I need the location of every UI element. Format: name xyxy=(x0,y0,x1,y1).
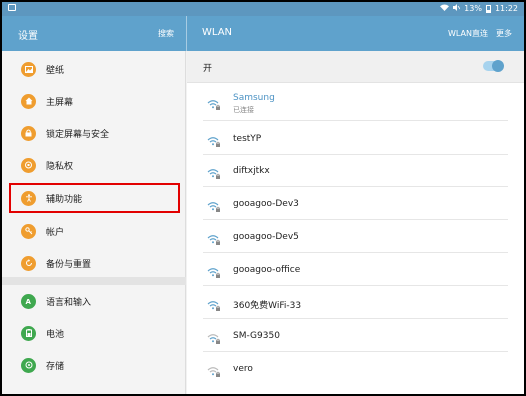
sidebar-item-accounts[interactable]: 帐户 xyxy=(2,215,186,247)
sidebar-item-lock-screen[interactable]: 锁定屏幕与安全 xyxy=(2,117,186,149)
wlan-title: WLAN xyxy=(202,27,233,38)
key-icon xyxy=(21,223,36,239)
network-status: 已连接 xyxy=(233,106,254,114)
status-bar: 13% 11:22 xyxy=(2,2,524,16)
network-ssid: Samsung xyxy=(233,93,275,103)
sidebar-item-backup-reset[interactable]: 备份与重置 xyxy=(2,247,186,279)
backup-icon xyxy=(21,255,36,271)
svg-text:A: A xyxy=(25,298,31,305)
network-ssid: gooagoo-Dev5 xyxy=(233,232,299,242)
language-icon: A xyxy=(21,293,36,309)
wlan-toggle-switch[interactable] xyxy=(483,60,504,72)
lock-icon xyxy=(21,125,36,141)
image-icon xyxy=(8,4,16,11)
tablet-screen: 13% 11:22 设置 搜索 WLAN WLAN直连 更多 壁纸 主屏幕 锁定… xyxy=(0,0,526,396)
sidebar-item-label: 主屏幕 xyxy=(46,97,74,108)
sidebar-item-label: 语言和输入 xyxy=(46,297,92,308)
battery-icon xyxy=(21,325,36,341)
row-divider xyxy=(203,351,508,352)
network-item[interactable]: gooagoo-office xyxy=(187,254,524,286)
wlan-toggle-row[interactable]: 开 xyxy=(187,51,524,83)
row-divider xyxy=(203,219,508,220)
wallpaper-icon xyxy=(21,61,36,77)
sidebar-item-label: 帐户 xyxy=(46,227,65,238)
sidebar-item-privacy[interactable]: 隐私权 xyxy=(2,149,186,181)
network-item[interactable]: vero xyxy=(187,353,524,385)
more-button[interactable]: 更多 xyxy=(496,28,512,39)
sidebar-item-label: 锁定屏幕与安全 xyxy=(46,129,110,140)
row-divider xyxy=(203,285,508,286)
settings-title: 设置 xyxy=(18,31,38,42)
sidebar-item-home-screen[interactable]: 主屏幕 xyxy=(2,85,186,117)
wlan-toggle-label: 开 xyxy=(203,64,213,74)
network-ssid: diftxjtkx xyxy=(233,166,270,176)
network-item[interactable]: SM-G9350 xyxy=(187,320,524,352)
privacy-icon xyxy=(21,157,36,173)
row-divider xyxy=(203,252,508,253)
wifi-lock-icon xyxy=(207,297,221,311)
header-divider xyxy=(186,16,187,51)
sidebar-item-battery[interactable]: 电池 xyxy=(2,317,186,349)
status-left xyxy=(8,4,16,13)
network-item[interactable]: gooagoo-Dev3 xyxy=(187,188,524,220)
wifi-lock-icon xyxy=(207,198,221,212)
section-divider xyxy=(2,277,186,285)
network-item[interactable]: testYP xyxy=(187,123,524,155)
sidebar-item-language-input[interactable]: A 语言和输入 xyxy=(2,285,186,317)
sidebar-item-label: 壁纸 xyxy=(46,65,65,76)
storage-icon xyxy=(21,357,36,373)
row-divider xyxy=(203,186,508,187)
app-bar: 设置 搜索 WLAN WLAN直连 更多 xyxy=(2,16,524,51)
wifi-lock-icon xyxy=(207,96,221,110)
clock: 11:22 xyxy=(494,4,518,13)
wlan-panel: 开 Samsung 已连接 testYP diftxjtkx gooagoo-D… xyxy=(187,51,524,394)
highlight-box xyxy=(9,183,180,213)
status-right: 13% 11:22 xyxy=(440,4,518,13)
row-divider xyxy=(203,318,508,319)
wifi-icon xyxy=(440,4,450,13)
network-ssid: gooagoo-office xyxy=(233,265,301,275)
network-ssid: 360免费WiFi-33 xyxy=(233,301,302,311)
search-button[interactable]: 搜索 xyxy=(158,28,174,39)
sidebar-item-wallpaper[interactable]: 壁纸 xyxy=(2,53,186,85)
network-item[interactable]: 360免费WiFi-33 xyxy=(187,287,524,319)
settings-sidebar: 壁纸 主屏幕 锁定屏幕与安全 隐私权 辅助功能 帐户 备份与重置 A 语言和输入… xyxy=(2,51,186,394)
wifi-lock-icon xyxy=(207,363,221,377)
wifi-lock-icon xyxy=(207,231,221,245)
network-item[interactable]: gooagoo-Dev5 xyxy=(187,221,524,253)
network-ssid: testYP xyxy=(233,134,262,144)
wlan-direct-button[interactable]: WLAN直连 xyxy=(448,28,488,39)
sidebar-item-label: 存储 xyxy=(46,361,65,372)
mute-icon xyxy=(453,4,461,13)
wifi-lock-icon xyxy=(207,264,221,278)
sidebar-item-storage[interactable]: 存储 xyxy=(2,349,186,381)
switch-knob xyxy=(492,60,504,72)
wifi-lock-icon xyxy=(207,133,221,147)
network-item[interactable]: diftxjtkx xyxy=(187,155,524,187)
sidebar-item-label: 备份与重置 xyxy=(46,259,92,270)
wifi-lock-icon xyxy=(207,330,221,344)
wifi-lock-icon xyxy=(207,165,221,179)
row-divider xyxy=(203,120,508,121)
sidebar-item-label: 电池 xyxy=(46,329,65,340)
network-ssid: vero xyxy=(233,364,253,374)
network-ssid: SM-G9350 xyxy=(233,331,280,341)
network-item[interactable]: Samsung 已连接 xyxy=(187,83,524,121)
battery-percent: 13% xyxy=(464,4,482,13)
network-ssid: gooagoo-Dev3 xyxy=(233,199,299,209)
sidebar-item-label: 隐私权 xyxy=(46,161,74,172)
home-icon xyxy=(21,93,36,109)
battery-icon xyxy=(485,4,491,13)
